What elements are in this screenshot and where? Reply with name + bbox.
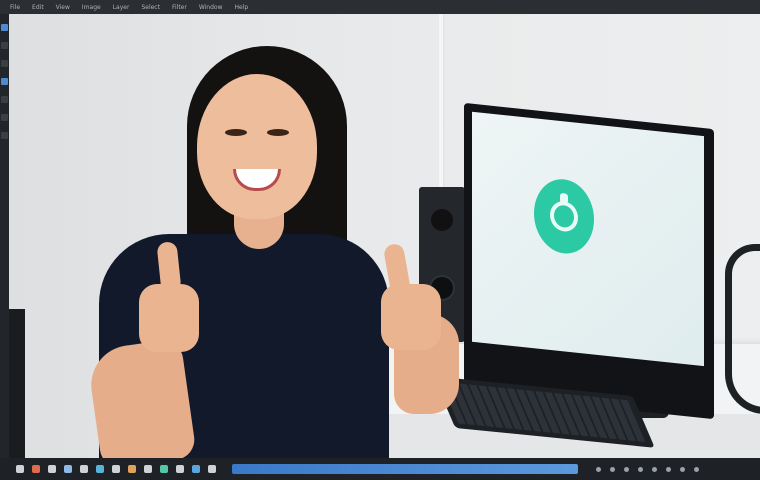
- folder-icon[interactable]: [208, 465, 216, 473]
- taskbar: [0, 458, 760, 480]
- menu-layer[interactable]: Layer: [113, 4, 130, 11]
- menu-select[interactable]: Select: [141, 4, 160, 11]
- taskbar-search-bar[interactable]: [232, 464, 578, 474]
- tray-icon[interactable]: [638, 466, 643, 472]
- eraser-tool-icon[interactable]: [1, 114, 8, 121]
- browser-icon[interactable]: [32, 465, 40, 473]
- tray-icon[interactable]: [610, 466, 615, 472]
- menu-window[interactable]: Window: [199, 4, 223, 11]
- headphones: [725, 244, 760, 414]
- start-icon[interactable]: [16, 465, 24, 473]
- tray-icon[interactable]: [624, 466, 629, 472]
- mail-icon[interactable]: [64, 465, 72, 473]
- tray-icon[interactable]: [666, 466, 671, 472]
- files-icon[interactable]: [48, 465, 56, 473]
- lasso-tool-icon[interactable]: [1, 60, 8, 67]
- image-canvas[interactable]: [9, 14, 760, 458]
- tray-icon[interactable]: [694, 466, 699, 472]
- monitor: [464, 102, 714, 420]
- speaker-tweeter: [431, 209, 453, 231]
- brush-tool-icon[interactable]: [1, 96, 8, 103]
- terminal-icon[interactable]: [176, 465, 184, 473]
- right-eye: [267, 129, 289, 136]
- menu-image[interactable]: Image: [82, 4, 101, 11]
- app-logo-icon: [534, 176, 594, 257]
- move-tool-icon[interactable]: [1, 24, 8, 31]
- tray-icon[interactable]: [680, 466, 685, 472]
- text-tool-icon[interactable]: [1, 132, 8, 139]
- system-tray: [596, 466, 699, 472]
- menu-file[interactable]: File: [10, 4, 20, 11]
- editor-icon[interactable]: [96, 465, 104, 473]
- chat-icon[interactable]: [80, 465, 88, 473]
- music-icon[interactable]: [112, 465, 120, 473]
- left-arm: [86, 337, 197, 458]
- smile: [233, 169, 281, 191]
- menu-edit[interactable]: Edit: [32, 4, 44, 11]
- menu-bar: File Edit View Image Layer Select Filter…: [0, 0, 760, 14]
- tray-icon[interactable]: [596, 466, 601, 472]
- dark-post: [9, 309, 25, 458]
- settings-icon[interactable]: [144, 465, 152, 473]
- right-fist: [381, 284, 441, 350]
- store-icon[interactable]: [160, 465, 168, 473]
- menu-help[interactable]: Help: [235, 4, 249, 11]
- photos-icon[interactable]: [128, 465, 136, 473]
- menu-filter[interactable]: Filter: [172, 4, 187, 11]
- tool-strip: [0, 14, 9, 458]
- person-face: [197, 74, 317, 219]
- left-eye: [225, 129, 247, 136]
- crop-tool-icon[interactable]: [1, 78, 8, 85]
- monitor-screen: [472, 111, 704, 367]
- app-icon[interactable]: [192, 465, 200, 473]
- tray-icon[interactable]: [652, 466, 657, 472]
- logo-ring: [550, 199, 578, 233]
- app-window: File Edit View Image Layer Select Filter…: [0, 0, 760, 480]
- select-tool-icon[interactable]: [1, 42, 8, 49]
- left-fist: [139, 284, 199, 352]
- menu-view[interactable]: View: [56, 4, 70, 11]
